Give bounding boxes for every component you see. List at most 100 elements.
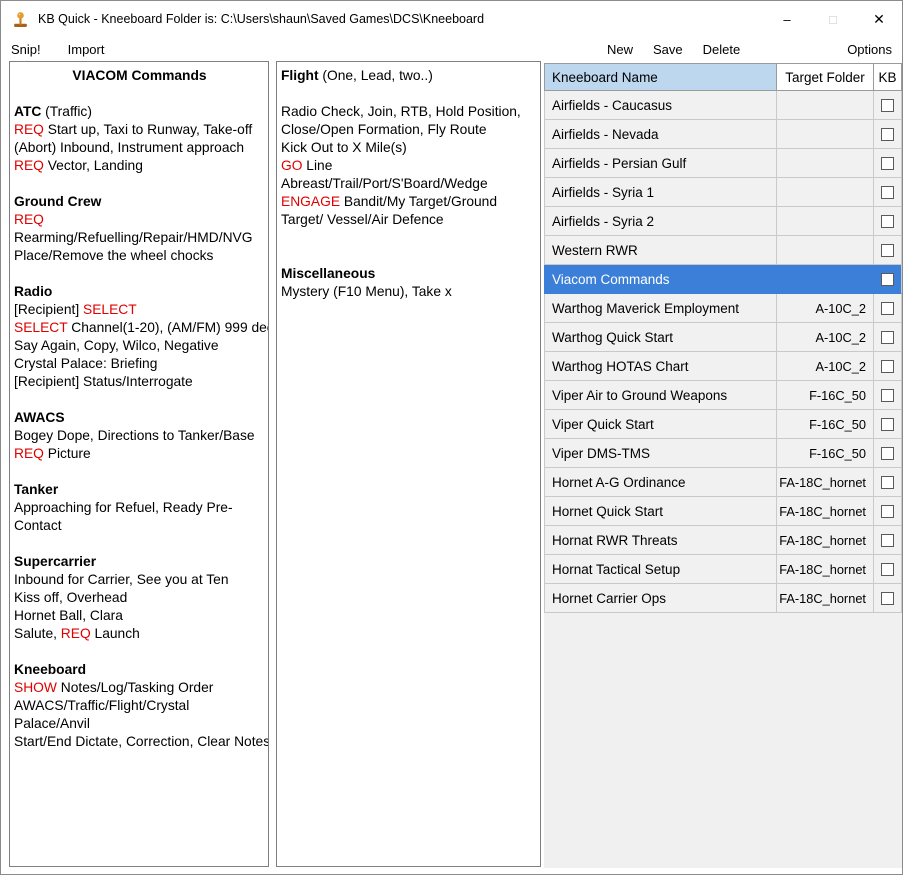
kneeboard-name-cell[interactable]: Warthog Maverick Employment [544,294,777,323]
table-row[interactable]: Hornat Tactical SetupFA-18C_hornet [544,555,903,584]
menu-snip[interactable]: Snip! [11,42,41,57]
target-folder-cell[interactable]: A-10C_2 [777,294,874,323]
close-icon[interactable]: ✕ [856,1,902,37]
panel-text-line: Contact [14,517,265,535]
menu-import[interactable]: Import [68,42,105,57]
panel-text-line: Radio [14,283,265,301]
column-header-kb[interactable]: KB [874,63,902,91]
kb-checkbox[interactable] [881,302,894,315]
kb-checkbox[interactable] [881,99,894,112]
column-header-kneeboard-name[interactable]: Kneeboard Name [544,63,777,91]
table-row[interactable]: Airfields - Persian Gulf [544,149,903,178]
target-folder-cell[interactable]: FA-18C_hornet [777,497,874,526]
target-folder-cell[interactable]: F-16C_50 [777,381,874,410]
minimize-icon[interactable]: – [764,1,810,37]
table-row[interactable]: Airfields - Nevada [544,120,903,149]
kneeboard-name-cell[interactable]: Viacom Commands [544,265,777,294]
kb-checkbox[interactable] [881,360,894,373]
table-row[interactable]: Warthog HOTAS ChartA-10C_2 [544,352,903,381]
kb-checkbox[interactable] [881,505,894,518]
table-row[interactable]: Hornet Quick StartFA-18C_hornet [544,497,903,526]
kb-checkbox[interactable] [881,389,894,402]
target-folder-cell[interactable] [777,149,874,178]
kb-checkbox[interactable] [881,273,894,286]
kb-checkbox[interactable] [881,186,894,199]
kneeboard-name-cell[interactable]: Viper DMS-TMS [544,439,777,468]
target-folder-cell[interactable] [777,265,874,294]
kb-cell [874,149,902,178]
table-row[interactable]: Western RWR [544,236,903,265]
target-folder-cell[interactable] [777,178,874,207]
kb-checkbox[interactable] [881,244,894,257]
panel-text-line: ATC (Traffic) [14,103,265,121]
panel-text-line: Place/Remove the wheel chocks [14,247,265,265]
table-row[interactable]: Airfields - Syria 1 [544,178,903,207]
target-folder-cell[interactable]: F-16C_50 [777,439,874,468]
target-folder-cell[interactable]: F-16C_50 [777,410,874,439]
kneeboard-name-cell[interactable]: Hornet Carrier Ops [544,584,777,613]
panel-text-line [281,247,537,265]
table-row[interactable]: Warthog Maverick EmploymentA-10C_2 [544,294,903,323]
target-folder-cell[interactable]: A-10C_2 [777,323,874,352]
kneeboard-name-cell[interactable]: Airfields - Nevada [544,120,777,149]
kb-checkbox[interactable] [881,447,894,460]
kneeboard-name-cell[interactable]: Airfields - Syria 1 [544,178,777,207]
kneeboard-name-cell[interactable]: Hornat RWR Threats [544,526,777,555]
target-folder-cell[interactable] [777,207,874,236]
kb-cell [874,584,902,613]
kb-checkbox[interactable] [881,128,894,141]
table-row[interactable]: Warthog Quick StartA-10C_2 [544,323,903,352]
window-title: KB Quick - Kneeboard Folder is: C:\Users… [38,12,484,26]
table-row[interactable]: Hornat RWR ThreatsFA-18C_hornet [544,526,903,555]
target-folder-cell[interactable]: A-10C_2 [777,352,874,381]
target-folder-cell[interactable]: FA-18C_hornet [777,468,874,497]
kneeboard-name-cell[interactable]: Viper Quick Start [544,410,777,439]
panel-text-line [14,463,265,481]
menu-save[interactable]: Save [653,42,683,57]
panel-text-line: Bogey Dope, Directions to Tanker/Base [14,427,265,445]
target-folder-cell[interactable] [777,91,874,120]
kneeboard-name-cell[interactable]: Airfields - Caucasus [544,91,777,120]
kneeboard-name-cell[interactable]: Warthog Quick Start [544,323,777,352]
target-folder-cell[interactable] [777,236,874,265]
window-controls: – □ ✕ [764,1,902,37]
kneeboard-name-cell[interactable]: Warthog HOTAS Chart [544,352,777,381]
kneeboard-name-cell[interactable]: Airfields - Persian Gulf [544,149,777,178]
panel-text-line: AWACS/Traffic/Flight/Crystal [14,697,265,715]
kb-checkbox[interactable] [881,592,894,605]
menu-new[interactable]: New [607,42,633,57]
target-folder-cell[interactable] [777,120,874,149]
kb-checkbox[interactable] [881,157,894,170]
table-row[interactable]: Viper Air to Ground WeaponsF-16C_50 [544,381,903,410]
kneeboard-name-cell[interactable]: Airfields - Syria 2 [544,207,777,236]
panel-text-line: Hornet Ball, Clara [14,607,265,625]
target-folder-cell[interactable]: FA-18C_hornet [777,584,874,613]
target-folder-cell[interactable]: FA-18C_hornet [777,526,874,555]
table-row[interactable]: Hornet Carrier OpsFA-18C_hornet [544,584,903,613]
kneeboard-name-cell[interactable]: Hornet Quick Start [544,497,777,526]
panel-text-line: Kick Out to X Mile(s) [281,139,537,157]
table-row[interactable]: Viacom Commands [544,265,903,294]
panel-text-line: Crystal Palace: Briefing [14,355,265,373]
kneeboard-name-cell[interactable]: Hornet A-G Ordinance [544,468,777,497]
target-folder-cell[interactable]: FA-18C_hornet [777,555,874,584]
kneeboard-name-cell[interactable]: Hornat Tactical Setup [544,555,777,584]
table-row[interactable]: Airfields - Syria 2 [544,207,903,236]
kb-checkbox[interactable] [881,215,894,228]
table-row[interactable]: Viper Quick StartF-16C_50 [544,410,903,439]
maximize-icon[interactable]: □ [810,1,856,37]
table-row[interactable]: Hornet A-G OrdinanceFA-18C_hornet [544,468,903,497]
kb-checkbox[interactable] [881,563,894,576]
panel-text-line [14,643,265,661]
column-header-target-folder[interactable]: Target Folder [777,63,874,91]
table-row[interactable]: Airfields - Caucasus [544,91,903,120]
kb-checkbox[interactable] [881,476,894,489]
kneeboard-name-cell[interactable]: Western RWR [544,236,777,265]
kb-checkbox[interactable] [881,331,894,344]
menu-delete[interactable]: Delete [703,42,741,57]
table-row[interactable]: Viper DMS-TMSF-16C_50 [544,439,903,468]
menu-options[interactable]: Options [847,42,892,57]
kb-checkbox[interactable] [881,534,894,547]
kneeboard-name-cell[interactable]: Viper Air to Ground Weapons [544,381,777,410]
kb-checkbox[interactable] [881,418,894,431]
